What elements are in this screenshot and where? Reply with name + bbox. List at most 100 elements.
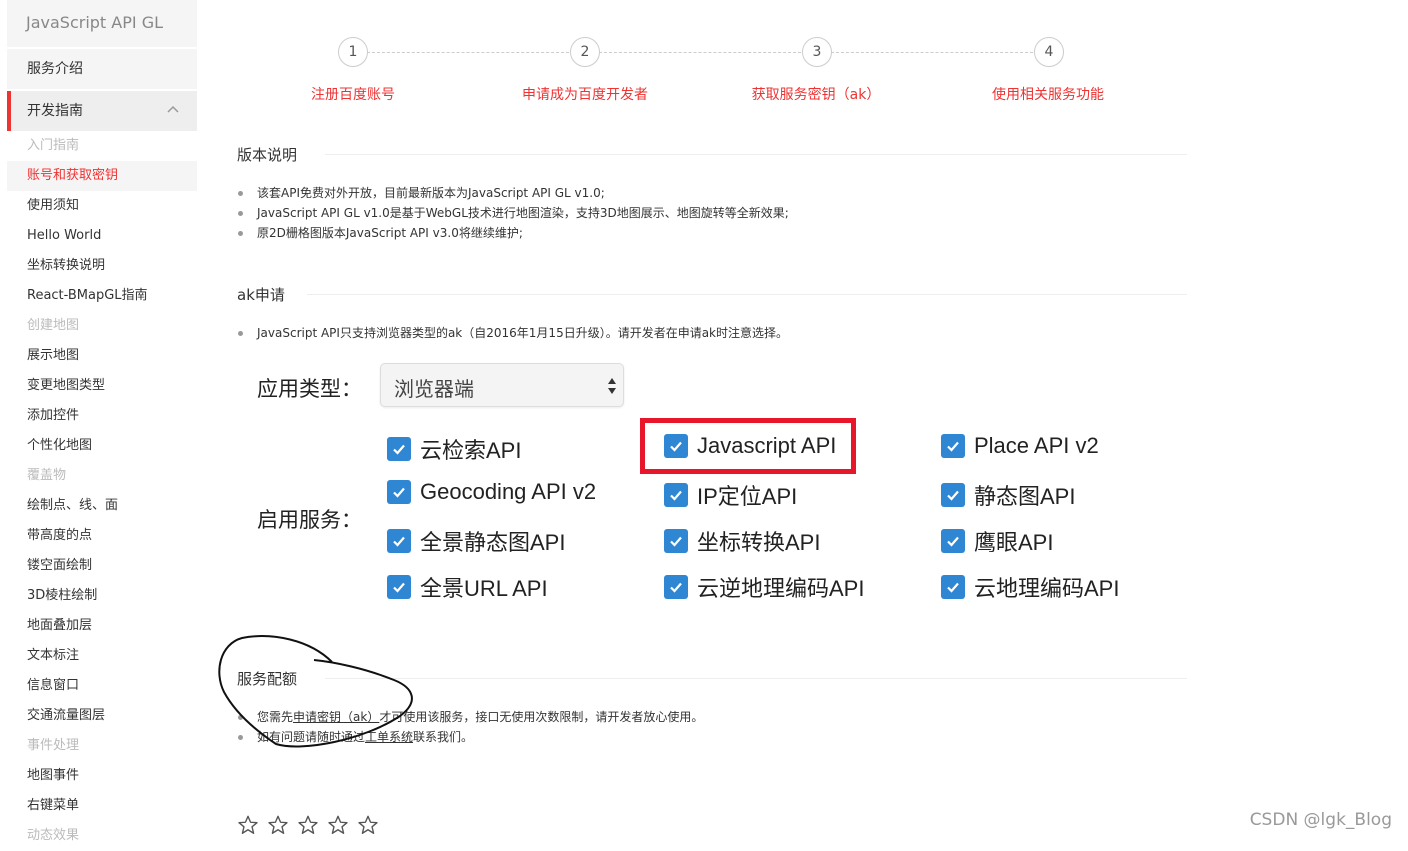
sidebar-item[interactable]: React-BMapGL指南 xyxy=(7,281,197,311)
checkbox-checked-icon[interactable] xyxy=(387,437,411,461)
service-label: 全景静态图API xyxy=(420,530,566,555)
sidebar-nav-list: 入门指南 账号和获取密钥 使用须知 Hello World 坐标转换说明 React-BM… xyxy=(7,131,197,851)
sidebar-item[interactable]: 右键菜单 xyxy=(7,791,197,821)
star-icon[interactable] xyxy=(297,814,319,836)
ak-application-form: 应用类型： 浏览器端 启用服务： 云检索API Javascript API Pla… xyxy=(240,355,1140,615)
sidebar-item-dev-guide[interactable]: 开发指南 xyxy=(7,91,197,131)
section-divider xyxy=(325,154,1187,155)
ak-bullets: JavaScript API只支持浏览器类型的ak（自2016年1月15日升级）… xyxy=(237,323,1197,343)
ticket-system-link[interactable]: 工单系统 xyxy=(365,730,413,744)
step-label-3[interactable]: 获取服务密钥（ak） xyxy=(752,84,881,104)
checkbox-checked-icon[interactable] xyxy=(387,575,411,599)
service-label: 云检索API xyxy=(420,438,522,463)
service-checkbox[interactable]: 云地理编码API xyxy=(941,571,1119,603)
sidebar-category: 事件处理 xyxy=(27,738,80,753)
service-checkbox[interactable]: 坐标转换API xyxy=(664,525,820,557)
sidebar-item[interactable]: 坐标转换说明 xyxy=(7,251,197,281)
sidebar-item[interactable]: 镂空面绘制 xyxy=(7,551,197,581)
apply-key-link[interactable]: 申请密钥（ak） xyxy=(293,710,379,724)
sidebar-item[interactable]: 使用须知 xyxy=(7,191,197,221)
service-checkbox[interactable]: 全景静态图API xyxy=(387,525,565,557)
checkbox-checked-icon[interactable] xyxy=(664,529,688,553)
sidebar-item-service-intro[interactable]: 服务介绍 xyxy=(7,49,197,89)
checkbox-checked-icon[interactable] xyxy=(664,483,688,507)
app-type-select[interactable]: 浏览器端 xyxy=(380,363,624,407)
sidebar-item[interactable]: 变更地图类型 xyxy=(7,371,197,401)
checkbox-checked-icon[interactable] xyxy=(387,480,411,504)
star-icon[interactable] xyxy=(237,814,259,836)
service-checkbox[interactable]: 静态图API xyxy=(941,479,1075,511)
section-title-ak: ak申请 xyxy=(237,286,285,304)
section-title-version: 版本说明 xyxy=(237,146,298,164)
service-label: 云逆地理编码API xyxy=(697,576,865,601)
sidebar-item[interactable]: Hello World xyxy=(7,221,197,251)
service-label: Geocoding API v2 xyxy=(420,479,597,504)
checkbox-checked-icon[interactable] xyxy=(941,529,965,553)
service-checkbox[interactable]: 云逆地理编码API xyxy=(664,571,864,603)
steps-progress: 1 2 3 4 注册百度账号 申请成为百度开发者 获取服务密钥（ak） 使用相关… xyxy=(237,0,1197,120)
bullet-item: JavaScript API GL v1.0是基于WebGL技术进行地图渲染，支… xyxy=(237,203,1197,223)
sidebar-item[interactable]: 账号和获取密钥 xyxy=(7,161,197,191)
version-bullets: 该套API免费对外开放，目前最新版本为JavaScript API GL v1.… xyxy=(237,183,1197,243)
service-label: 坐标转换API xyxy=(697,530,821,555)
star-icon[interactable] xyxy=(267,814,289,836)
service-checkbox[interactable]: 云检索API xyxy=(387,433,521,465)
sidebar-item[interactable]: 绘制点、线、面 xyxy=(7,491,197,521)
service-checkbox[interactable]: Geocoding API v2 xyxy=(387,479,596,505)
service-label: 鹰眼API xyxy=(974,530,1054,555)
quota-text: 联系我们。 xyxy=(413,730,474,744)
checkbox-checked-icon[interactable] xyxy=(941,575,965,599)
sidebar-brand: JavaScript API GL xyxy=(7,0,197,47)
checkbox-checked-icon[interactable] xyxy=(664,575,688,599)
step-label-1[interactable]: 注册百度账号 xyxy=(311,84,395,104)
step-connector xyxy=(599,52,801,53)
sidebar-item[interactable]: 3D棱柱绘制 xyxy=(7,581,197,611)
checkbox-checked-icon[interactable] xyxy=(941,434,965,458)
select-arrows-icon xyxy=(608,378,616,394)
step-number-1: 1 xyxy=(338,37,368,67)
sidebar-category: 创建地图 xyxy=(27,318,80,333)
section-divider xyxy=(325,678,1187,679)
sidebar: JavaScript API GL 服务介绍 开发指南 入门指南 账号和获取密钥使… xyxy=(0,0,197,843)
sidebar-category: 覆盖物 xyxy=(27,468,67,483)
service-checkbox[interactable]: 全景URL API xyxy=(387,571,548,603)
sidebar-item[interactable]: 添加控件 xyxy=(7,401,197,431)
app-type-label: 应用类型： xyxy=(257,378,362,401)
sidebar-item[interactable]: 地图事件 xyxy=(7,761,197,791)
service-label: Place API v2 xyxy=(974,433,1099,458)
quota-bullets: 您需先申请密钥（ak）才可使用该服务，接口无使用次数限制，请开发者放心使用。 如… xyxy=(237,707,1197,747)
step-label-4[interactable]: 使用相关服务功能 xyxy=(992,84,1104,104)
step-number-3: 3 xyxy=(802,37,832,67)
step-connector xyxy=(831,52,1033,53)
sidebar-item[interactable]: 展示地图 xyxy=(7,341,197,371)
bullet-item: 该套API免费对外开放，目前最新版本为JavaScript API GL v1.… xyxy=(237,183,1197,203)
quota-text: 如有问题请随时通过 xyxy=(257,730,366,744)
sidebar-item[interactable]: 交通流量图层 xyxy=(7,701,197,731)
checkbox-checked-icon[interactable] xyxy=(387,529,411,553)
service-label: IP定位API xyxy=(697,484,798,509)
star-icon[interactable] xyxy=(327,814,349,836)
star-icon[interactable] xyxy=(357,814,379,836)
bullet-item: 您需先申请密钥（ak）才可使用该服务，接口无使用次数限制，请开发者放心使用。 xyxy=(237,707,1197,727)
bullet-item: 如有问题请随时通过工单系统联系我们。 xyxy=(237,727,1197,747)
sidebar-item[interactable]: 个性化地图 xyxy=(7,431,197,461)
step-connector xyxy=(367,52,569,53)
sidebar-item[interactable]: 地面叠加层 xyxy=(7,611,197,641)
sidebar-item[interactable]: 文本标注 xyxy=(7,641,197,671)
highlight-frame xyxy=(640,418,856,474)
service-checkbox[interactable]: 鹰眼API xyxy=(941,525,1053,557)
section-title-quota: 服务配额 xyxy=(237,670,298,688)
service-checkbox[interactable]: Place API v2 xyxy=(941,433,1099,459)
sidebar-category: 动态效果 xyxy=(27,828,80,843)
rating-stars xyxy=(237,814,379,836)
sidebar-item[interactable]: 带高度的点 xyxy=(7,521,197,551)
service-label: 云地理编码API xyxy=(974,576,1120,601)
sidebar-item[interactable]: 信息窗口 xyxy=(7,671,197,701)
quota-text: 才可使用该服务，接口无使用次数限制，请开发者放心使用。 xyxy=(379,710,704,724)
service-checkbox[interactable]: IP定位API xyxy=(664,479,797,511)
services-label: 启用服务： xyxy=(257,509,362,532)
step-label-2[interactable]: 申请成为百度开发者 xyxy=(522,84,648,104)
section-divider xyxy=(307,294,1187,295)
checkbox-checked-icon[interactable] xyxy=(941,483,965,507)
chevron-up-icon xyxy=(167,105,179,113)
